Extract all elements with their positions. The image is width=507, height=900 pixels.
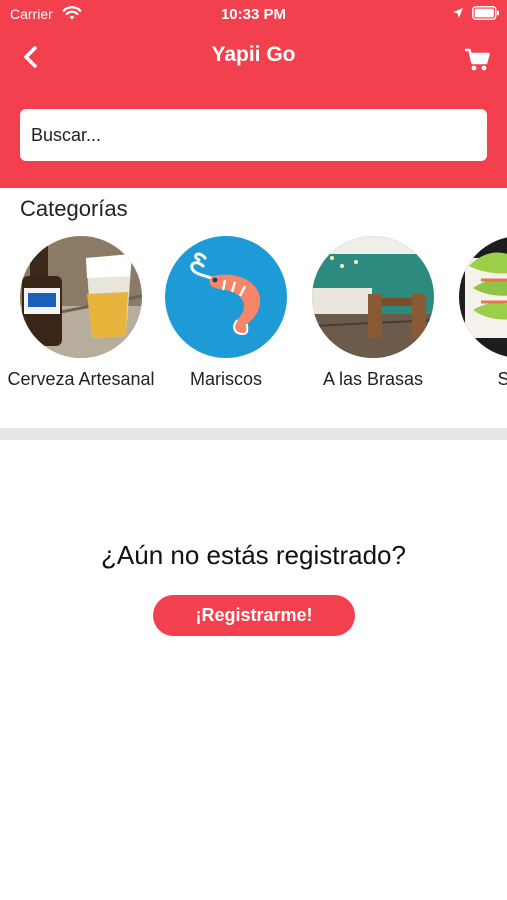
category-image — [459, 236, 507, 358]
shopping-cart-icon — [465, 48, 490, 71]
cart-button[interactable] — [462, 44, 492, 74]
categories-title: Categorías — [20, 196, 128, 221]
category-image — [312, 236, 434, 358]
register-button[interactable]: ¡Registrarme! — [153, 595, 355, 636]
shrimp-icon — [165, 236, 287, 358]
location-arrow-icon — [453, 8, 463, 18]
category-label: Cerveza Artesanal — [7, 369, 155, 389]
status-time: 10:33 PM — [220, 6, 287, 23]
category-label: A las Brasas — [322, 369, 424, 389]
category-image — [20, 236, 142, 358]
nav-bar: Yapii Go — [0, 28, 507, 86]
page-title: Yapii Go — [211, 43, 296, 66]
category-label: Mariscos — [189, 369, 262, 389]
battery-icon — [472, 6, 499, 20]
category-label: Sushi — [497, 369, 507, 389]
section-divider — [0, 428, 507, 440]
register-prompt: ¿Aún no estás registrado? — [101, 540, 406, 570]
search-input[interactable] — [20, 109, 487, 161]
app-header: Carrier 10:33 PM Yapii Go — [0, 0, 507, 188]
status-bar: Carrier 10:33 PM — [0, 0, 507, 28]
categories-carousel[interactable]: Cerveza Artesanal Mariscos A las Brasas … — [0, 234, 507, 420]
